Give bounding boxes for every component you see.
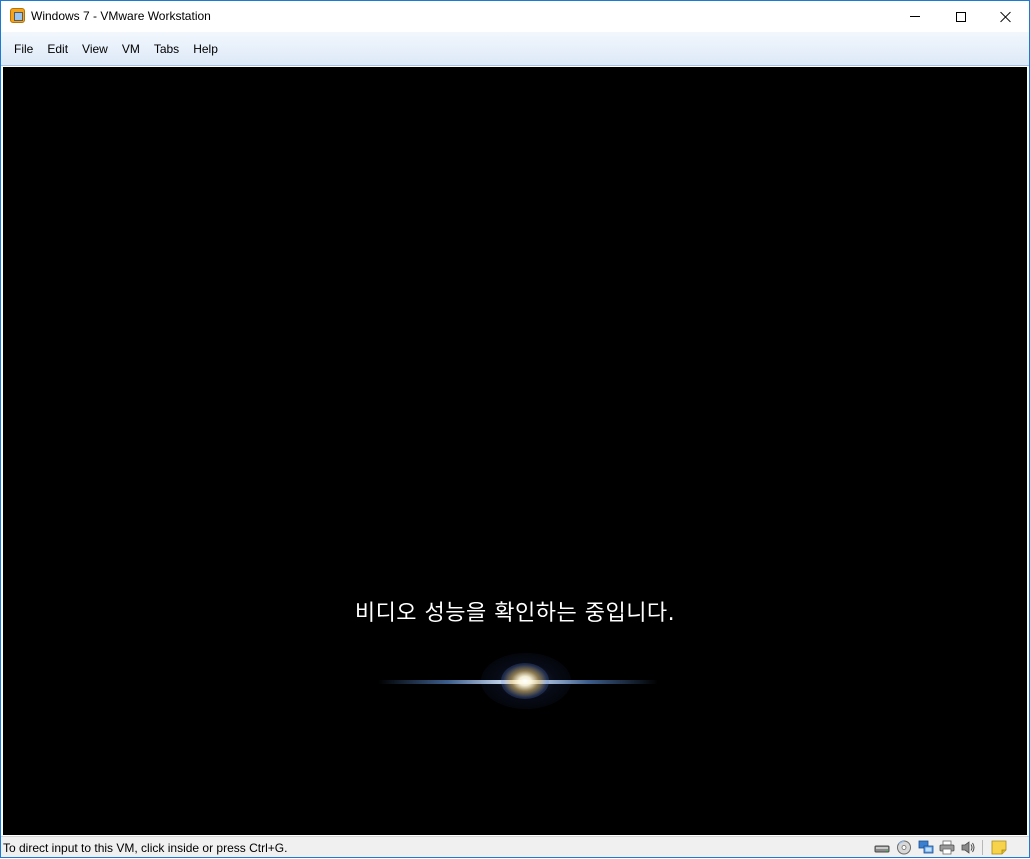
menu-edit[interactable]: Edit bbox=[40, 39, 75, 59]
status-divider bbox=[982, 840, 983, 855]
boot-status-message: 비디오 성능을 확인하는 중입니다. bbox=[354, 601, 676, 626]
close-button[interactable] bbox=[983, 1, 1029, 32]
window-title: Windows 7 - VMware Workstation bbox=[31, 9, 211, 23]
message-log-icon[interactable] bbox=[991, 840, 1007, 855]
title-bar[interactable]: Windows 7 - VMware Workstation bbox=[1, 1, 1029, 32]
vmware-workstation-icon bbox=[10, 8, 25, 23]
maximize-icon bbox=[956, 11, 966, 22]
cd-dvd-icon[interactable] bbox=[896, 840, 912, 855]
status-bar: To direct input to this VM, click inside… bbox=[1, 836, 1029, 857]
maximize-button[interactable] bbox=[938, 1, 984, 32]
network-adapter-icon[interactable] bbox=[918, 840, 934, 855]
minimize-icon bbox=[910, 16, 920, 17]
menu-vm[interactable]: VM bbox=[115, 39, 147, 59]
printer-icon[interactable] bbox=[939, 840, 955, 855]
vm-console-screen[interactable]: 비디오 성능을 확인하는 중입니다. bbox=[3, 67, 1027, 835]
menu-file[interactable]: File bbox=[7, 39, 40, 59]
status-hint: To direct input to this VM, click inside… bbox=[3, 841, 288, 855]
close-icon bbox=[1000, 11, 1012, 23]
vmware-window: Windows 7 - VMware Workstation File Edit… bbox=[0, 0, 1030, 858]
minimize-button[interactable] bbox=[892, 1, 938, 32]
menu-bar: File Edit View VM Tabs Help bbox=[1, 32, 1029, 66]
hard-disk-icon[interactable] bbox=[874, 840, 890, 855]
menu-view[interactable]: View bbox=[75, 39, 115, 59]
sound-card-icon[interactable] bbox=[960, 840, 976, 855]
menu-help[interactable]: Help bbox=[186, 39, 225, 59]
boot-light-core bbox=[501, 663, 549, 699]
menu-tabs[interactable]: Tabs bbox=[147, 39, 186, 59]
